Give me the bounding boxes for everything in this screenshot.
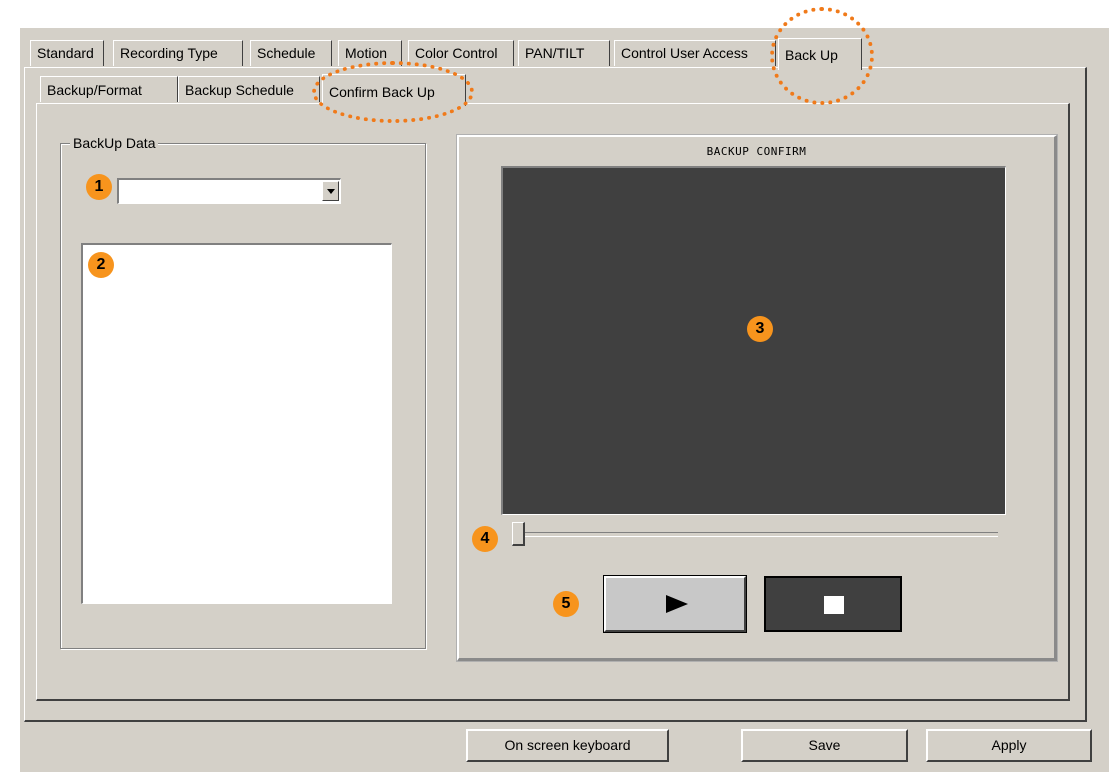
- marker-2: 2: [88, 252, 114, 278]
- subtab-backup-format[interactable]: Backup/Format: [40, 76, 178, 102]
- play-button[interactable]: [603, 575, 747, 633]
- marker-1: 1: [86, 174, 112, 200]
- tab-recording-type[interactable]: Recording Type: [113, 40, 243, 66]
- playback-slider-track[interactable]: [514, 532, 998, 537]
- tab-pan-tilt[interactable]: PAN/TILT: [518, 40, 610, 66]
- playback-slider-thumb[interactable]: [512, 522, 525, 546]
- apply-button[interactable]: Apply: [926, 729, 1092, 762]
- tab-standard[interactable]: Standard: [30, 40, 104, 66]
- chevron-down-icon[interactable]: [322, 181, 339, 201]
- tab-control-user-access[interactable]: Control User Access: [614, 40, 776, 66]
- tab-schedule[interactable]: Schedule: [250, 40, 332, 66]
- save-button[interactable]: Save: [741, 729, 908, 762]
- backup-confirm-title: BACKUP CONFIRM: [706, 145, 807, 158]
- back-up-tab-highlight: [770, 7, 874, 105]
- marker-3: 3: [747, 316, 773, 342]
- marker-5: 5: [553, 591, 579, 617]
- stop-button[interactable]: [764, 576, 902, 632]
- marker-4: 4: [472, 526, 498, 552]
- on-screen-keyboard-button[interactable]: On screen keyboard: [466, 729, 669, 762]
- confirm-back-up-tab-highlight: [312, 61, 474, 123]
- tab-color-control[interactable]: Color Control: [408, 40, 514, 66]
- backup-data-select[interactable]: [117, 178, 341, 204]
- subtab-backup-schedule[interactable]: Backup Schedule: [178, 76, 320, 102]
- backup-data-list[interactable]: [81, 243, 392, 604]
- backup-data-group-title: BackUp Data: [70, 135, 159, 151]
